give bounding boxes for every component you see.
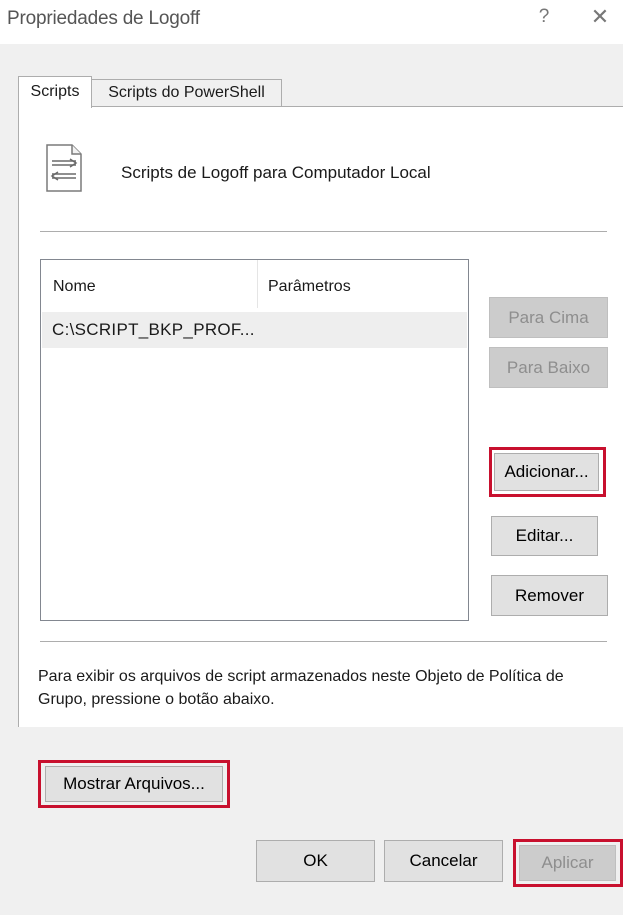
add-button[interactable]: Adicionar... (494, 453, 599, 491)
separator-top (40, 231, 607, 232)
ok-button[interactable]: OK (256, 840, 375, 882)
edit-button[interactable]: Editar... (491, 516, 598, 556)
list-item[interactable]: C:\SCRIPT_BKP_PROF... (42, 312, 467, 348)
window-title: Propriedades de Logoff (7, 8, 200, 29)
column-header-params[interactable]: Parâmetros (268, 278, 351, 296)
help-button[interactable]: ? (532, 6, 556, 28)
show-files-button[interactable]: Mostrar Arquivos... (45, 766, 223, 802)
move-down-button[interactable]: Para Baixo (489, 347, 608, 388)
list-item-name: C:\SCRIPT_BKP_PROF... (52, 320, 255, 339)
close-button[interactable]: ✕ (586, 4, 614, 30)
script-document-icon (46, 144, 82, 192)
column-divider[interactable] (257, 260, 258, 308)
info-text: Para exibir os arquivos de script armaze… (38, 668, 564, 708)
tab-scripts[interactable]: Scripts (18, 76, 92, 108)
cancel-button[interactable]: Cancelar (384, 840, 503, 882)
column-header-name[interactable]: Nome (53, 278, 96, 296)
scripts-listview[interactable]: Nome Parâmetros C:\SCRIPT_BKP_PROF... (40, 259, 469, 621)
tab-powershell-scripts[interactable]: Scripts do PowerShell (92, 79, 282, 106)
move-up-button[interactable]: Para Cima (489, 297, 608, 338)
apply-button[interactable]: Aplicar (519, 845, 616, 881)
remove-button[interactable]: Remover (491, 575, 608, 616)
separator-bottom (40, 641, 607, 642)
title-bar: Propriedades de Logoff ? ✕ (0, 0, 623, 44)
header-text: Scripts de Logoff para Computador Local (121, 163, 431, 182)
